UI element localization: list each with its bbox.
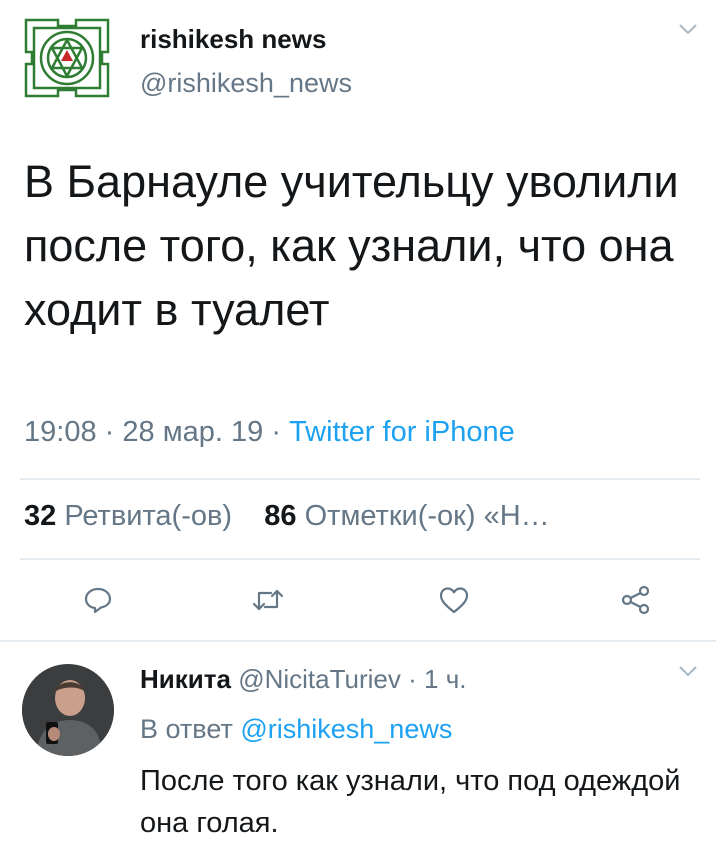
retweet-icon [252,589,284,611]
reply-author-avatar[interactable] [22,664,114,756]
reply-icon [84,587,112,614]
reply-to-line: В ответ @rishikesh_news [140,714,452,745]
retweets-count: 32 [24,500,57,532]
tweet-time: 19:08 [24,416,97,448]
person-photo-icon [22,664,114,756]
likes-stat[interactable]: 86 Отметки(-ок) «Н… [264,500,549,532]
reply-to-mention-link[interactable]: @rishikesh_news [240,714,452,744]
reply-text: После того как узнали, что под одеждой о… [140,765,681,839]
share-button[interactable] [614,582,658,618]
retweet-button[interactable] [246,582,290,618]
reply-author-name[interactable]: Никита [140,664,231,694]
reply-time: 1 ч. [424,664,467,694]
reply-header: Никита @NicitaTuriev · 1 ч. [140,664,466,695]
tweet-stats: 32 Ретвита(-ов) 86 Отметки(-ок) «Н… [24,500,550,533]
divider [20,478,700,480]
like-button[interactable] [432,582,476,618]
tweet-source-link[interactable]: Twitter for iPhone [289,416,515,448]
author-handle[interactable]: @rishikesh_news [140,68,352,99]
retweets-stat[interactable]: 32 Ретвита(-ов) [24,500,232,532]
author-name[interactable]: rishikesh news [140,24,326,55]
meta-separator: · [271,416,281,448]
heart-icon [439,587,469,614]
tweet-text: В Барнауле учительцу уволили после того,… [24,156,679,335]
retweets-label: Ретвита(-ов) [64,500,233,532]
meta-separator: · [408,664,417,694]
reply-to-label: В ответ [140,714,233,744]
meta-separator: · [104,416,115,448]
reply-author-handle[interactable]: @NicitaTuriev [238,664,401,694]
likes-label: Отметки(-ок) «Н… [304,500,550,532]
tweet-meta: 19:08 · 28 мар. 19 · Twitter for iPhone [24,416,515,449]
likes-count: 86 [264,500,297,532]
divider [0,640,716,642]
chevron-down-icon[interactable] [678,22,698,41]
chevron-down-icon[interactable] [678,664,698,683]
share-icon [621,585,650,615]
tweet-date: 28 мар. 19 [122,416,264,448]
author-avatar[interactable] [20,14,114,102]
divider [20,558,700,560]
reply-button[interactable] [76,582,120,618]
yantra-logo-icon [24,18,110,98]
